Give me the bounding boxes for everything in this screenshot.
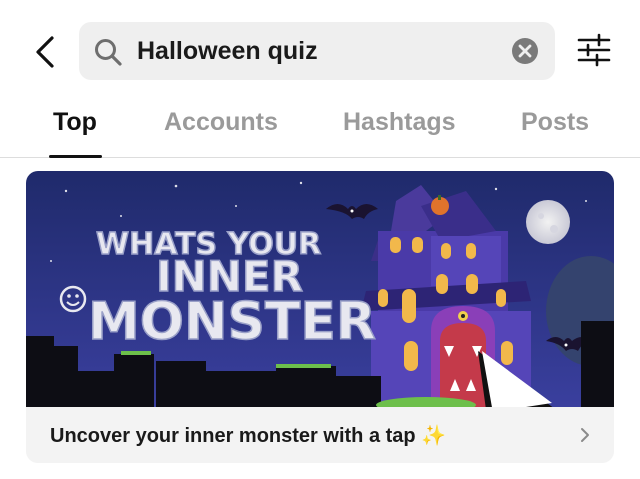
sliders-icon xyxy=(577,33,611,67)
search-input[interactable] xyxy=(137,32,497,70)
close-circle-icon xyxy=(512,38,538,64)
result-card[interactable]: WHATS YOUR INNER MONSTER Uncover your in… xyxy=(26,171,614,463)
tab-hashtags[interactable]: Hashtags xyxy=(343,108,456,140)
filter-button[interactable] xyxy=(576,32,612,68)
quiz-banner-image[interactable]: WHATS YOUR INNER MONSTER xyxy=(26,171,614,407)
caption-text: Uncover your inner monster with a tap ✨ xyxy=(50,425,447,447)
moon xyxy=(526,200,570,244)
chevron-left-icon xyxy=(36,36,54,68)
clear-search-button[interactable] xyxy=(511,37,539,65)
search-icon xyxy=(95,39,122,66)
result-caption[interactable]: Uncover your inner monster with a tap ✨ xyxy=(26,407,614,463)
tab-accounts[interactable]: Accounts xyxy=(164,108,278,140)
tab-posts[interactable]: Posts xyxy=(521,108,589,140)
back-button[interactable] xyxy=(28,30,64,74)
active-tab-indicator xyxy=(49,155,102,158)
chevron-right-icon xyxy=(581,428,589,442)
banner-title-line3: MONSTER xyxy=(88,292,376,352)
search-header xyxy=(0,0,640,100)
search-bar[interactable] xyxy=(79,22,555,80)
tab-top[interactable]: Top xyxy=(53,108,97,140)
search-tabs: Top Accounts Hashtags Posts xyxy=(0,100,640,158)
